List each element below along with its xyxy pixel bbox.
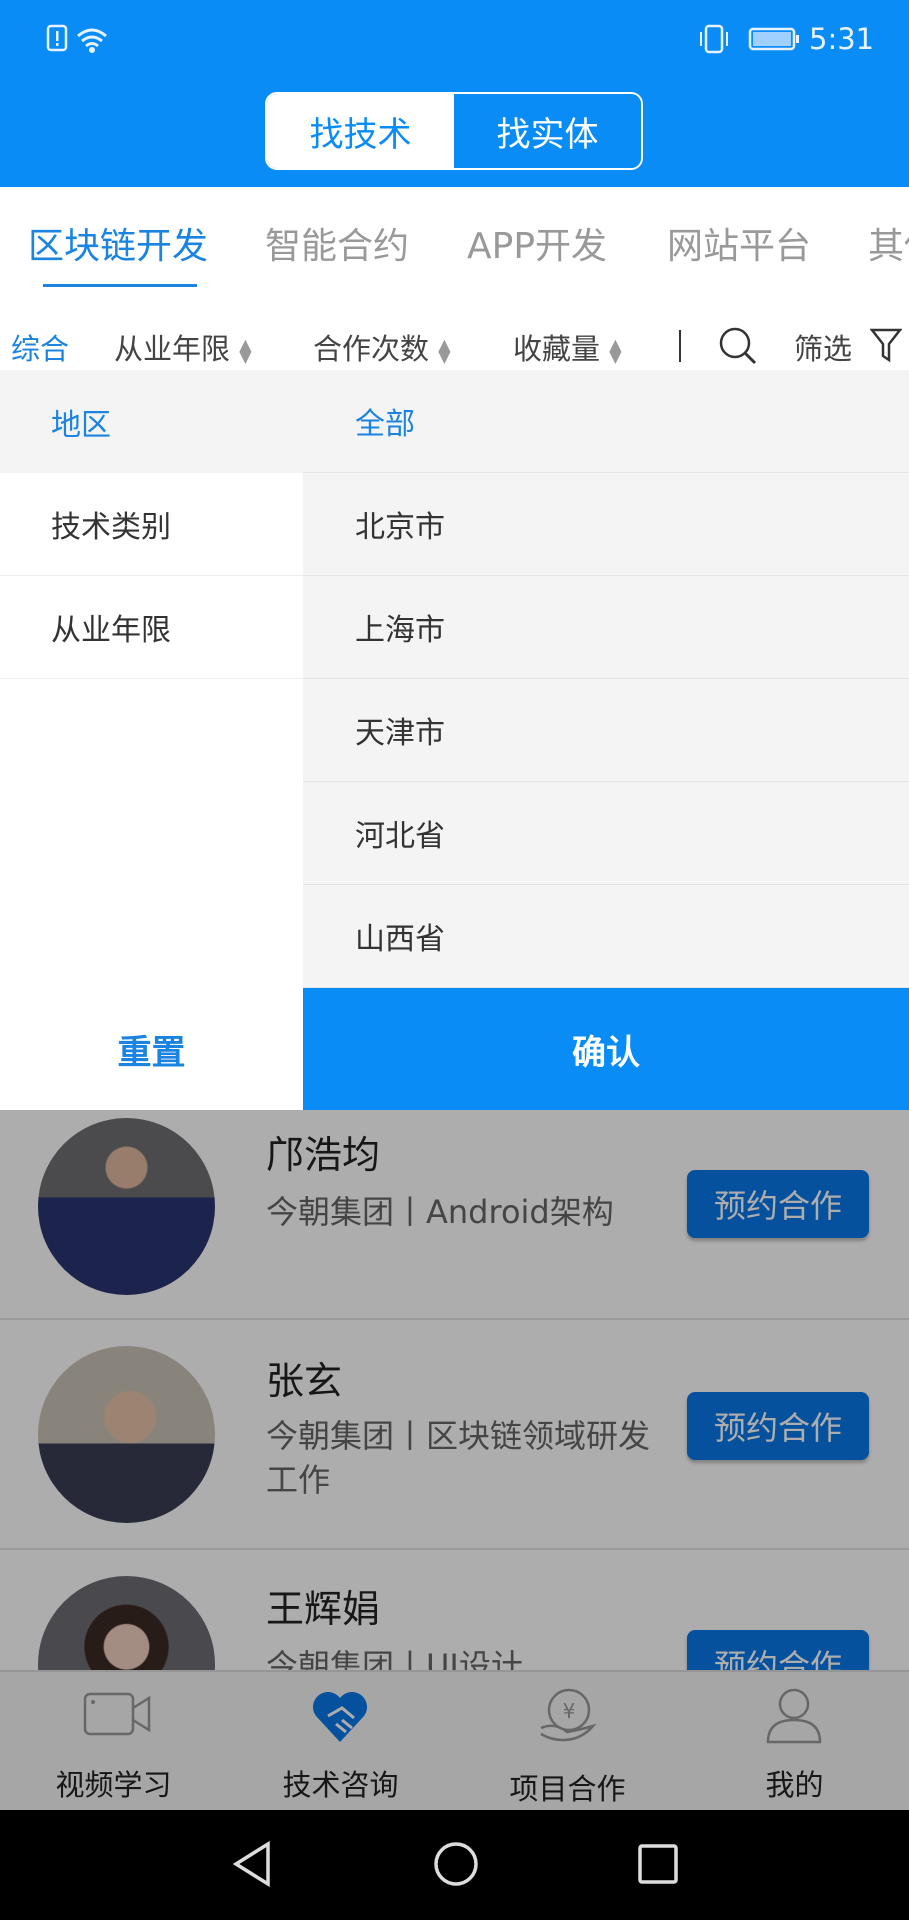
home-icon[interactable] xyxy=(432,1840,480,1888)
option-all[interactable]: 全部 xyxy=(303,370,909,473)
segment-control: 找技术 找实体 xyxy=(265,92,643,170)
sort-arrows-icon: ▲ ▼ xyxy=(609,335,622,366)
filter-category-years[interactable]: 从业年限 xyxy=(0,576,303,679)
recents-icon[interactable] xyxy=(636,1842,680,1886)
filter-icon[interactable] xyxy=(870,328,902,364)
option-shanxi[interactable]: 山西省 xyxy=(303,885,909,988)
option-tianjin[interactable]: 天津市 xyxy=(303,679,909,782)
sort-fav-label: 收藏量 xyxy=(513,332,601,366)
sort-arrows-icon: ▲ ▼ xyxy=(239,335,252,366)
vibrate-battery-icon xyxy=(700,24,799,54)
tab-app[interactable]: APP开发 xyxy=(467,217,607,269)
dim-overlay[interactable] xyxy=(0,1110,909,1810)
tab-indicator xyxy=(43,284,197,287)
sort-coop-count[interactable]: 合作次数 ▲ ▼ xyxy=(313,326,451,368)
reset-button[interactable]: 重置 xyxy=(0,988,303,1110)
divider xyxy=(679,330,681,362)
sort-years-label: 从业年限 xyxy=(114,332,231,366)
tab-smart-contract[interactable]: 智能合约 xyxy=(265,217,409,269)
filter-category-tech-type[interactable]: 技术类别 xyxy=(0,473,303,576)
sort-overall[interactable]: 综合 xyxy=(11,326,69,368)
sort-bar: 综合 从业年限 ▲ ▼ 合作次数 ▲ ▼ 收藏量 ▲ ▼ 筛选 xyxy=(0,300,909,370)
tab-other[interactable]: 其他 xyxy=(868,217,909,269)
back-icon[interactable] xyxy=(230,1840,274,1888)
segment-find-tech[interactable]: 找技术 xyxy=(267,94,454,168)
status-bar: 5:31 xyxy=(0,0,909,75)
filter-category-region[interactable]: 地区 xyxy=(0,370,303,473)
filter-category-list: 地区 技术类别 从业年限 xyxy=(0,370,303,988)
filter-button[interactable]: 筛选 xyxy=(794,326,852,368)
sort-coop-label: 合作次数 xyxy=(313,332,430,366)
filter-option-list: 全部 北京市 上海市 天津市 河北省 山西省 xyxy=(303,370,909,988)
option-hebei[interactable]: 河北省 xyxy=(303,782,909,885)
sort-years[interactable]: 从业年限 ▲ ▼ xyxy=(114,326,252,368)
sim-wifi-icon xyxy=(46,24,107,53)
tab-blockchain[interactable]: 区块链开发 xyxy=(28,217,208,269)
system-nav-bar xyxy=(0,1810,909,1920)
tab-website[interactable]: 网站平台 xyxy=(667,217,811,269)
confirm-button[interactable]: 确认 xyxy=(303,988,909,1110)
option-shanghai[interactable]: 上海市 xyxy=(303,576,909,679)
segment-find-entity[interactable]: 找实体 xyxy=(454,94,641,168)
search-icon[interactable] xyxy=(718,326,758,366)
clock: 5:31 xyxy=(809,22,875,56)
sort-favorites[interactable]: 收藏量 ▲ ▼ xyxy=(513,326,622,368)
option-beijing[interactable]: 北京市 xyxy=(303,473,909,576)
sort-arrows-icon: ▲ ▼ xyxy=(438,335,451,366)
